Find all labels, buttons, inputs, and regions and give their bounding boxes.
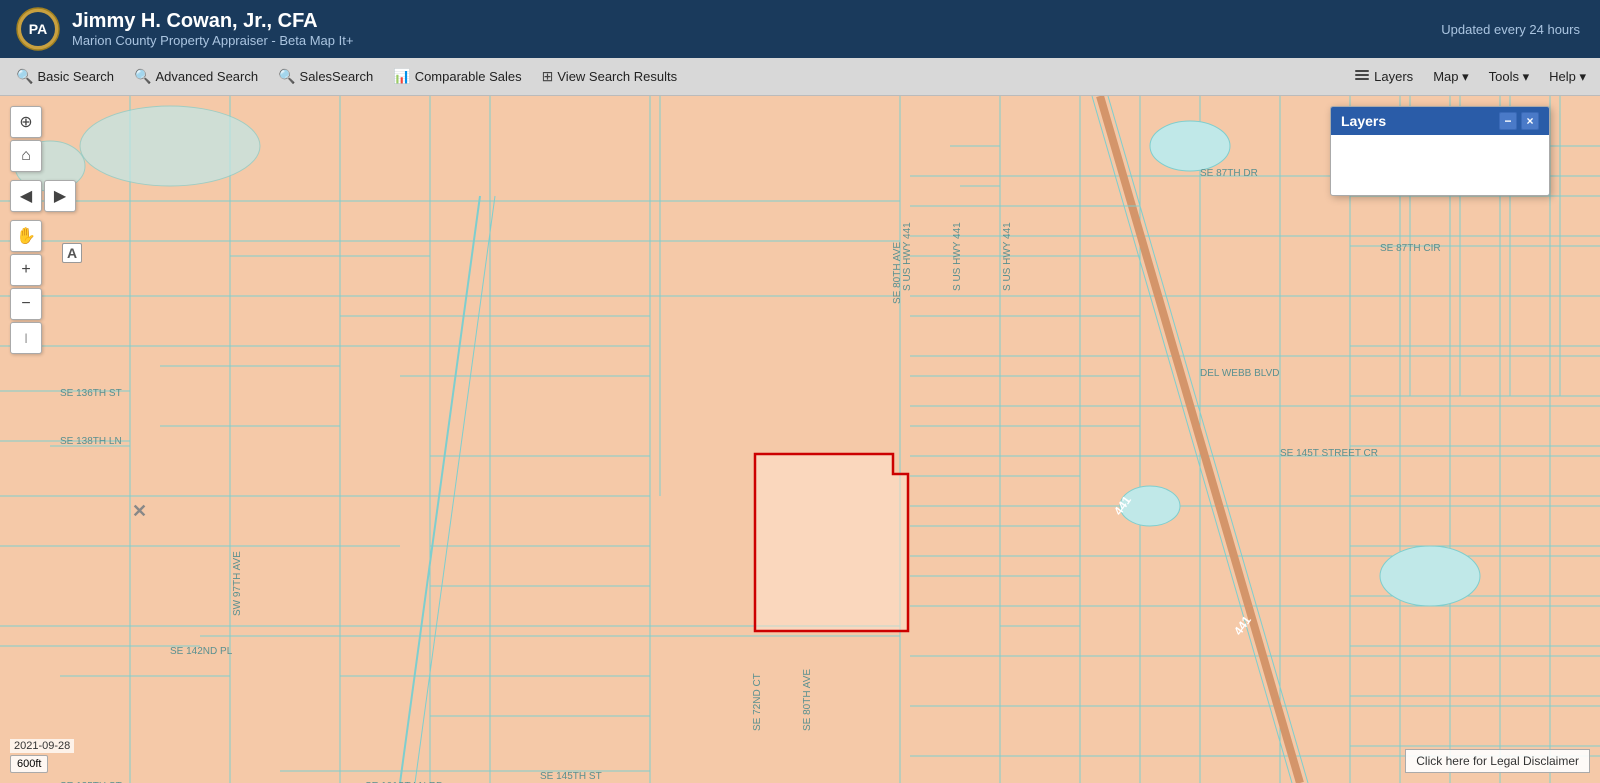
nav-help-label: Help ▾	[1549, 69, 1586, 85]
nav-right: Layers Map ▾ Tools ▾ Help ▾	[1346, 63, 1594, 90]
zoom-bar: |	[10, 322, 42, 354]
nav-advanced-search[interactable]: 🔍 Advanced Search	[124, 64, 268, 89]
nav-help[interactable]: Help ▾	[1541, 65, 1594, 89]
pan-right-button[interactable]: ▶	[44, 180, 76, 212]
layers-panel-header: Layers − ×	[1331, 107, 1549, 135]
nav-sales-search[interactable]: 🔍 SalesSearch	[268, 64, 383, 89]
map-controls: ⊕ ⌂ ◀ ▶ ✋ + − |	[10, 106, 76, 354]
scale-bar: 600ft	[10, 755, 48, 773]
layers-panel-title: Layers	[1341, 113, 1386, 129]
nav-arrows: ◀ ▶	[10, 180, 76, 212]
map-container[interactable]: S US HWY 441 S US HWY 441 S US HWY 441 S…	[0, 96, 1600, 783]
nav-map-label: Map ▾	[1433, 69, 1468, 85]
nav-advanced-search-label: Advanced Search	[155, 69, 258, 84]
grid-icon: ⊞	[542, 68, 554, 85]
pan-left-button[interactable]: ◀	[10, 180, 42, 212]
layers-panel-minimize[interactable]: −	[1499, 112, 1517, 130]
zoom-out-button[interactable]: −	[10, 288, 42, 320]
nav-map[interactable]: Map ▾	[1425, 65, 1476, 89]
layers-panel-controls: − ×	[1499, 112, 1539, 130]
legal-disclaimer-label: Click here for Legal Disclaimer	[1416, 754, 1579, 768]
search-icon-2: 🔍	[134, 68, 151, 85]
chart-icon: 📊	[393, 68, 410, 85]
nav-tools[interactable]: Tools ▾	[1481, 65, 1538, 89]
home-button[interactable]: ⌂	[10, 140, 42, 172]
search-icon: 🔍	[16, 68, 33, 85]
nav-basic-search[interactable]: 🔍 Basic Search	[6, 64, 124, 89]
date-label: 2021-09-28	[14, 740, 70, 752]
header-updated: Updated every 24 hours	[1441, 22, 1580, 37]
nav-tools-label: Tools ▾	[1489, 69, 1530, 85]
layers-icon	[1354, 67, 1370, 86]
layers-panel-close[interactable]: ×	[1521, 112, 1539, 130]
nav-comparable-sales-label: Comparable Sales	[415, 69, 522, 84]
layers-panel: Layers − ×	[1330, 106, 1550, 196]
nav-view-search-results[interactable]: ⊞ View Search Results	[532, 64, 687, 89]
parcel-outline	[0, 96, 1600, 783]
crosshair-button[interactable]: ⊕	[10, 106, 42, 138]
header-text: Jimmy H. Cowan, Jr., CFA Marion County P…	[72, 10, 353, 48]
zoom-in-button[interactable]: +	[10, 254, 42, 286]
hand-tool-button[interactable]: ✋	[10, 220, 42, 252]
header-title: Jimmy H. Cowan, Jr., CFA	[72, 10, 353, 33]
nav-view-search-results-label: View Search Results	[557, 69, 677, 84]
nav-basic-search-label: Basic Search	[37, 69, 114, 84]
header-subtitle: Marion County Property Appraiser - Beta …	[72, 33, 353, 48]
nav-layers-label: Layers	[1374, 69, 1413, 84]
nav-sales-search-label: SalesSearch	[300, 69, 374, 84]
nav-layers[interactable]: Layers	[1346, 63, 1421, 90]
map-marker[interactable]: ✕	[132, 501, 147, 522]
app-logo: PA	[16, 7, 60, 51]
layers-panel-body	[1331, 135, 1549, 195]
date-stamp: 2021-09-28	[10, 739, 74, 753]
scale-label: 600ft	[17, 758, 41, 770]
nav-comparable-sales[interactable]: 📊 Comparable Sales	[383, 64, 531, 89]
svg-text:PA: PA	[29, 21, 47, 37]
legal-disclaimer-button[interactable]: Click here for Legal Disclaimer	[1405, 749, 1590, 773]
zoom-controls: + − |	[10, 254, 76, 354]
search-icon-3: 🔍	[278, 68, 295, 85]
navbar: 🔍 Basic Search 🔍 Advanced Search 🔍 Sales…	[0, 58, 1600, 96]
map-label-a: A	[62, 243, 82, 263]
header: PA Jimmy H. Cowan, Jr., CFA Marion Count…	[0, 0, 1600, 58]
